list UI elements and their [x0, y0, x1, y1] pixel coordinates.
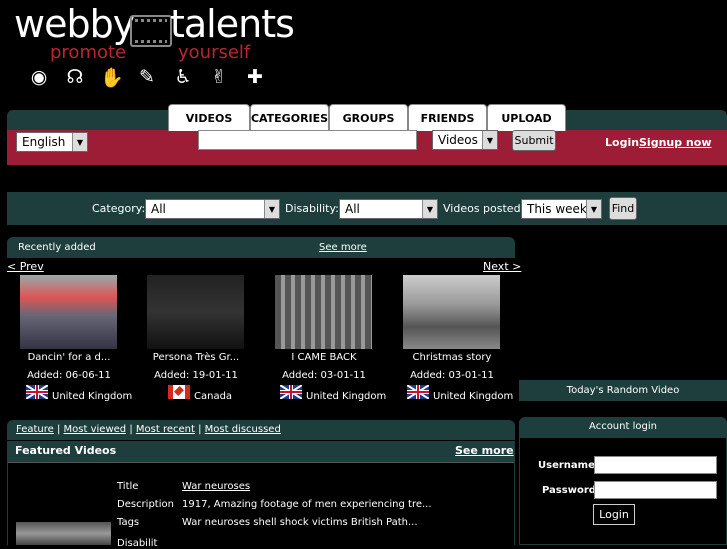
sign-language-icon: ✌ [211, 66, 227, 88]
tab-upload[interactable]: UPLOAD [487, 104, 566, 131]
featured-title-link[interactable]: War neuroses [182, 481, 250, 492]
video-title[interactable]: Dancin' for a d... [9, 352, 129, 363]
uk-flag-icon [26, 385, 48, 399]
featured-tags: War neuroses shell shock victims British… [182, 517, 418, 528]
featured-tags-label: Tags [117, 517, 140, 528]
submit-button[interactable]: Submit [512, 130, 556, 151]
featured-heading: Featured Videos [15, 444, 117, 457]
most-discussed-link[interactable]: Most discussed [205, 424, 281, 435]
video-country: Canada [194, 391, 233, 402]
video-country: United Kingdom [306, 391, 387, 402]
video-added-date: Added: 06-06-11 [27, 370, 111, 381]
video-country: United Kingdom [52, 391, 133, 402]
video-thumbnail[interactable] [403, 275, 500, 349]
video-added-date: Added: 03-01-11 [410, 370, 494, 381]
canada-flag-icon [168, 385, 190, 399]
video-title[interactable]: Persona Très Gr... [136, 352, 256, 363]
logo-word-webby: webby [14, 2, 135, 46]
video-country: United Kingdom [433, 391, 514, 402]
login-button[interactable]: Login [593, 504, 635, 525]
featured-thumbnail[interactable] [16, 522, 111, 545]
disability-select[interactable]: All ▼ [339, 199, 438, 219]
featured-title-label: Title [117, 481, 139, 492]
search-type-value: Videos [438, 133, 478, 147]
separator: | [198, 424, 202, 435]
videos-posted-select[interactable]: This week ▼ [521, 199, 602, 219]
chevron-down-icon: ▼ [482, 131, 497, 149]
video-thumbnail[interactable] [20, 275, 117, 349]
category-value: All [151, 202, 166, 216]
chevron-down-icon: ▼ [422, 200, 437, 218]
slogan-promote: promote [50, 42, 127, 63]
featured-disability-label: Disabilit [117, 538, 158, 549]
uk-flag-icon [407, 385, 429, 399]
account-login-title: Account login [589, 421, 657, 432]
video-thumbnail[interactable] [147, 275, 244, 349]
chevron-down-icon: ▼ [72, 133, 87, 151]
username-label: Username [538, 460, 595, 471]
password-label: Password [542, 485, 596, 496]
category-label: Category: [92, 202, 146, 215]
find-button[interactable]: Find [609, 197, 637, 220]
most-viewed-link[interactable]: Most viewed [64, 424, 127, 435]
video-added-date: Added: 03-01-11 [282, 370, 366, 381]
puzzle-icon: ✚ [247, 66, 263, 88]
video-thumbnail[interactable] [275, 275, 372, 349]
random-video-title: Today's Random Video [566, 385, 680, 396]
prev-link[interactable]: < Prev [7, 260, 44, 273]
search-type-select[interactable]: Videos ▼ [432, 130, 498, 150]
most-recent-link[interactable]: Most recent [136, 424, 195, 435]
videos-posted-label: Videos posted: [443, 202, 525, 215]
hand-sign-icon: ✋ [100, 67, 124, 89]
password-field[interactable] [594, 481, 717, 499]
uk-flag-icon [280, 385, 302, 399]
recent-title: Recently added [18, 242, 96, 253]
featured-tab-links: Feature | Most viewed | Most recent | Mo… [16, 424, 281, 435]
next-link[interactable]: Next > [483, 260, 521, 273]
chevron-down-icon: ▼ [586, 200, 601, 218]
tab-categories[interactable]: CATEGORIES [250, 104, 329, 131]
separator: | [56, 424, 61, 435]
eye-icon: ◉ [30, 66, 48, 88]
featured-description: 1917, Amazing footage of men experiencin… [182, 499, 432, 510]
accessibility-icons: ◉ ☊ ✋ ✎ ♿ ✌ ✚ [28, 66, 266, 89]
category-select[interactable]: All ▼ [145, 199, 280, 219]
feature-link[interactable]: Feature [16, 424, 54, 435]
featured-see-more-link[interactable]: See more [455, 444, 514, 457]
video-title[interactable]: I CAME BACK [264, 352, 384, 363]
tab-videos[interactable]: VIDEOS [168, 104, 250, 131]
ear-icon: ☊ [66, 66, 84, 88]
videos-posted-value: This week [527, 202, 587, 216]
tab-groups[interactable]: GROUPS [329, 104, 408, 131]
video-added-date: Added: 19-01-11 [154, 370, 238, 381]
search-input[interactable] [198, 130, 417, 150]
wheelchair-icon: ♿ [174, 66, 192, 88]
logo-word-talents: talents [170, 2, 295, 46]
slogan-yourself: yourself [178, 42, 251, 63]
chevron-down-icon: ▼ [264, 200, 279, 218]
login-link[interactable]: Login [605, 136, 639, 149]
recent-see-more-link[interactable]: See more [319, 242, 367, 253]
disability-label: Disability: [285, 202, 339, 215]
language-select[interactable]: English ▼ [16, 132, 88, 152]
separator: | [129, 424, 133, 435]
video-title[interactable]: Christmas story [392, 352, 512, 363]
tab-friends[interactable]: FRIENDS [408, 104, 487, 131]
language-value: English [22, 135, 66, 149]
signup-link[interactable]: Signup now [639, 136, 711, 149]
film-icon [130, 15, 172, 47]
disability-value: All [345, 202, 360, 216]
username-field[interactable] [594, 456, 717, 474]
cognitive-icon: ✎ [139, 66, 155, 88]
featured-description-label: Description [117, 499, 174, 510]
